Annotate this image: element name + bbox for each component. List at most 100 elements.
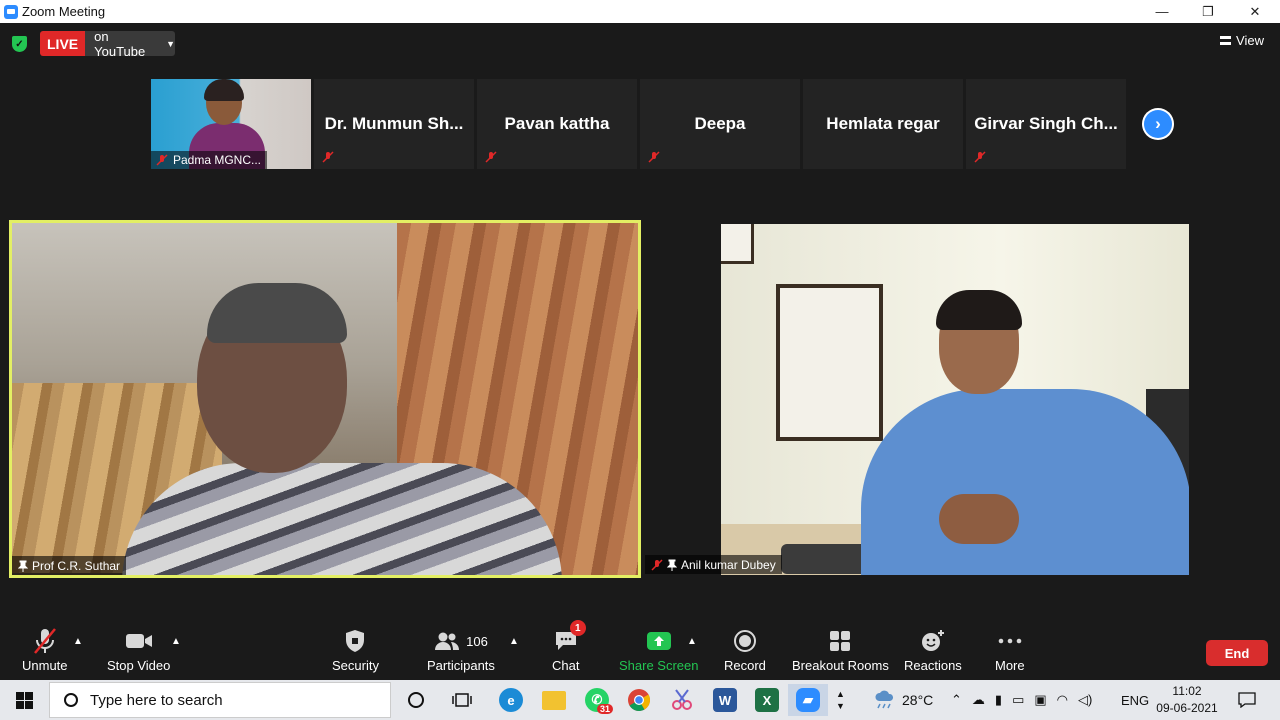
taskbar-search-box[interactable]: Type here to search — [49, 682, 391, 718]
live-stream-badge[interactable]: LIVE on YouTube ▼ — [40, 31, 175, 56]
more-button[interactable]: More — [995, 626, 1025, 673]
microphone-icon[interactable]: ▮ — [995, 692, 1002, 708]
participant-hands — [939, 494, 1019, 544]
taskbar-scroll-buttons[interactable]: ▲ ▼ — [836, 680, 845, 720]
shield-icon — [346, 630, 365, 652]
participant-tile[interactable]: Pavan kattha — [477, 79, 637, 169]
unmute-button[interactable]: Unmute — [22, 626, 68, 673]
participant-hair — [204, 79, 244, 101]
encryption-shield-icon[interactable]: ✓ — [12, 36, 27, 52]
chat-unread-badge: 1 — [569, 620, 586, 636]
view-button[interactable]: View — [1220, 33, 1264, 48]
unmute-label: Unmute — [22, 658, 68, 673]
clock-date: 09-06-2021 — [1156, 701, 1218, 715]
pin-icon — [18, 560, 28, 572]
participant-tile[interactable]: Hemlata regar — [803, 79, 963, 169]
record-button[interactable]: Record — [724, 626, 766, 673]
onedrive-icon[interactable]: ☁ — [972, 692, 985, 708]
snipping-tool-taskbar-button[interactable] — [662, 684, 702, 716]
edge-taskbar-button[interactable]: e — [491, 684, 531, 716]
language-indicator[interactable]: ENG — [1121, 680, 1149, 720]
more-dots-icon — [998, 638, 1022, 644]
participant-name: Anil kumar Dubey — [681, 557, 776, 572]
excel-taskbar-button[interactable]: X — [747, 684, 787, 716]
wifi-icon[interactable]: ◠ — [1057, 692, 1068, 708]
end-meeting-button[interactable]: End — [1206, 640, 1268, 666]
language-text: ENG — [1121, 692, 1150, 708]
active-speaker-video[interactable]: Prof C.R. Suthar — [9, 220, 641, 578]
scissors-icon — [672, 689, 692, 710]
breakout-rooms-icon — [830, 631, 851, 651]
audio-options-caret-icon[interactable]: ▲ — [73, 636, 83, 647]
participants-button[interactable]: 106 Participants — [427, 626, 495, 673]
live-destination-dropdown[interactable]: on YouTube ▼ — [85, 31, 175, 56]
speaker-body — [122, 463, 562, 575]
notification-center-icon — [1238, 692, 1256, 708]
speaker-name: Prof C.R. Suthar — [32, 558, 121, 573]
live-destination-label: on YouTube — [94, 31, 146, 56]
chevron-up-icon[interactable]: ▲ — [836, 688, 845, 700]
muted-mic-icon — [156, 154, 168, 166]
participant-video[interactable] — [721, 224, 1189, 575]
speaker-volume-icon[interactable]: ◁) — [1078, 692, 1092, 708]
participant-tile[interactable]: Girvar Singh Ch... — [966, 79, 1126, 169]
video-camera-icon — [125, 634, 152, 648]
zoom-taskbar-button[interactable]: ▰ — [788, 684, 828, 716]
minimize-button[interactable]: — — [1139, 0, 1185, 23]
chevron-down-icon[interactable]: ▼ — [836, 700, 845, 712]
pin-icon — [667, 559, 677, 571]
participant-video-tile[interactable]: Padma MGNC... — [151, 79, 311, 169]
participant-name-label: Padma MGNC... — [151, 151, 268, 169]
participant-tile[interactable]: Dr. Munmun Sh... — [314, 79, 474, 169]
word-taskbar-button[interactable]: W — [705, 684, 745, 716]
participants-label: Participants — [427, 658, 495, 673]
battery-icon[interactable]: ▭ — [1012, 692, 1024, 708]
chat-button[interactable]: 1 Chat — [552, 620, 586, 673]
close-button[interactable]: ✕ — [1232, 0, 1278, 23]
weather-widget[interactable]: 28°C — [874, 680, 933, 720]
grid-view-icon — [1220, 36, 1232, 45]
temperature-text: 28°C — [902, 692, 934, 708]
security-label: Security — [332, 658, 379, 673]
caret-down-icon: ▼ — [166, 38, 175, 49]
video-options-caret-icon[interactable]: ▲ — [171, 636, 181, 647]
display-icon[interactable]: ▣ — [1034, 692, 1046, 708]
muted-mic-icon — [651, 558, 663, 571]
taskbar-clock[interactable]: 11:02 09-06-2021 — [1152, 683, 1222, 717]
start-button[interactable] — [0, 680, 48, 720]
file-explorer-taskbar-button[interactable] — [534, 684, 574, 716]
task-view-button[interactable] — [442, 684, 482, 716]
participant-tile[interactable]: Deepa — [640, 79, 800, 169]
live-label: LIVE — [40, 31, 86, 56]
muted-mic-icon — [485, 151, 497, 163]
record-icon — [733, 630, 756, 652]
reactions-button[interactable]: Reactions — [904, 626, 962, 673]
breakout-rooms-button[interactable]: Breakout Rooms — [792, 626, 889, 673]
cortana-button[interactable] — [396, 684, 436, 716]
next-page-button[interactable]: › — [1142, 108, 1174, 140]
participant-hair — [936, 290, 1022, 330]
share-screen-icon — [646, 632, 671, 650]
show-hidden-icons-icon[interactable]: ⌃ — [951, 692, 962, 708]
notifications-button[interactable] — [1238, 680, 1256, 720]
share-screen-label: Share Screen — [619, 658, 699, 673]
video-name-label: Prof C.R. Suthar — [12, 556, 127, 575]
muted-mic-icon — [33, 628, 56, 654]
chrome-browser-icon — [628, 689, 650, 711]
wall-frame — [721, 224, 754, 264]
muted-mic-icon — [974, 151, 986, 163]
participants-options-caret-icon[interactable]: ▲ — [509, 636, 519, 647]
stop-video-button[interactable]: Stop Video — [107, 626, 170, 673]
whatsapp-taskbar-button[interactable]: ✆ 31 — [577, 684, 617, 716]
speaker-hair — [207, 283, 347, 343]
restore-button[interactable]: ❐ — [1185, 0, 1231, 23]
security-button[interactable]: Security — [332, 626, 379, 673]
share-screen-button[interactable]: Share Screen — [619, 626, 699, 673]
chat-label: Chat — [552, 658, 580, 673]
cortana-icon — [408, 692, 424, 708]
stop-video-label: Stop Video — [107, 658, 171, 673]
meeting-toolbar: Unmute ▲ Stop Video ▲ Security 106 Parti… — [0, 604, 1280, 679]
share-options-caret-icon[interactable]: ▲ — [687, 636, 697, 647]
chrome-taskbar-button[interactable] — [619, 684, 659, 716]
task-view-icon — [452, 693, 472, 707]
